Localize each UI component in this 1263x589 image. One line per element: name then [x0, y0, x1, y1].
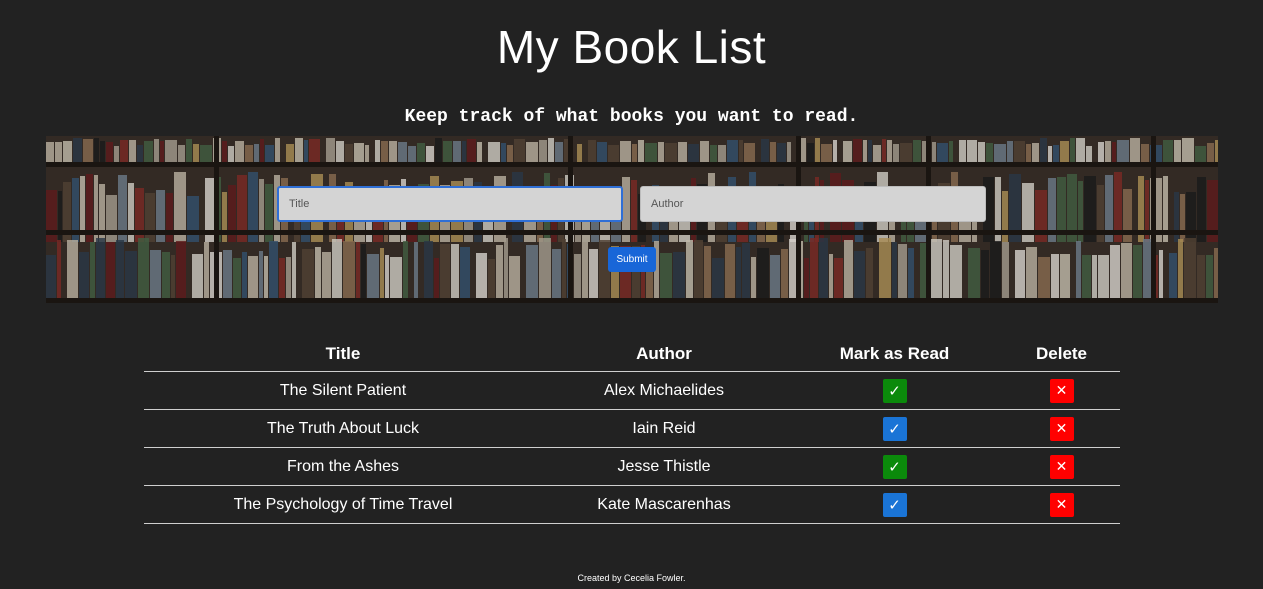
- close-icon[interactable]: ✕: [1049, 416, 1074, 441]
- book-title: The Truth About Luck: [144, 409, 542, 448]
- footer-credit: Created by Cecelia Fowler.: [577, 573, 686, 583]
- book-author: Alex Michaelides: [542, 371, 786, 410]
- header-title: Title: [144, 337, 542, 372]
- book-title: From the Ashes: [144, 447, 542, 486]
- book-title: The Psychology of Time Travel: [144, 485, 542, 524]
- submit-button[interactable]: Submit: [608, 247, 656, 272]
- book-title: The Silent Patient: [144, 371, 542, 410]
- table-header-row: Title Author Mark as Read Delete: [144, 337, 1120, 372]
- check-icon[interactable]: ✓: [882, 378, 907, 403]
- table-row: From the Ashes Jesse Thistle ✓ ✕: [144, 447, 1120, 486]
- close-icon[interactable]: ✕: [1049, 492, 1074, 517]
- table-row: The Psychology of Time Travel Kate Masca…: [144, 485, 1120, 524]
- bookshelf-banner: Submit: [46, 136, 1218, 303]
- book-table: Title Author Mark as Read Delete The Sil…: [144, 337, 1120, 524]
- check-icon[interactable]: ✓: [882, 492, 907, 517]
- close-icon[interactable]: ✕: [1049, 378, 1074, 403]
- table-row: The Truth About Luck Iain Reid ✓ ✕: [144, 409, 1120, 448]
- check-icon[interactable]: ✓: [882, 454, 907, 479]
- header-delete: Delete: [1003, 337, 1120, 372]
- book-author: Jesse Thistle: [542, 447, 786, 486]
- bookshelf-image: [46, 136, 1218, 303]
- book-author: Iain Reid: [542, 409, 786, 448]
- table-row: The Silent Patient Alex Michaelides ✓ ✕: [144, 371, 1120, 410]
- check-icon[interactable]: ✓: [882, 416, 907, 441]
- title-input[interactable]: [277, 186, 623, 222]
- close-icon[interactable]: ✕: [1049, 454, 1074, 479]
- author-input[interactable]: [640, 186, 986, 222]
- header-mark-as-read: Mark as Read: [786, 337, 1003, 372]
- page-title: My Book List: [496, 21, 767, 73]
- page-tagline: Keep track of what books you want to rea…: [404, 107, 859, 127]
- book-author: Kate Mascarenhas: [542, 485, 786, 524]
- header-author: Author: [542, 337, 786, 372]
